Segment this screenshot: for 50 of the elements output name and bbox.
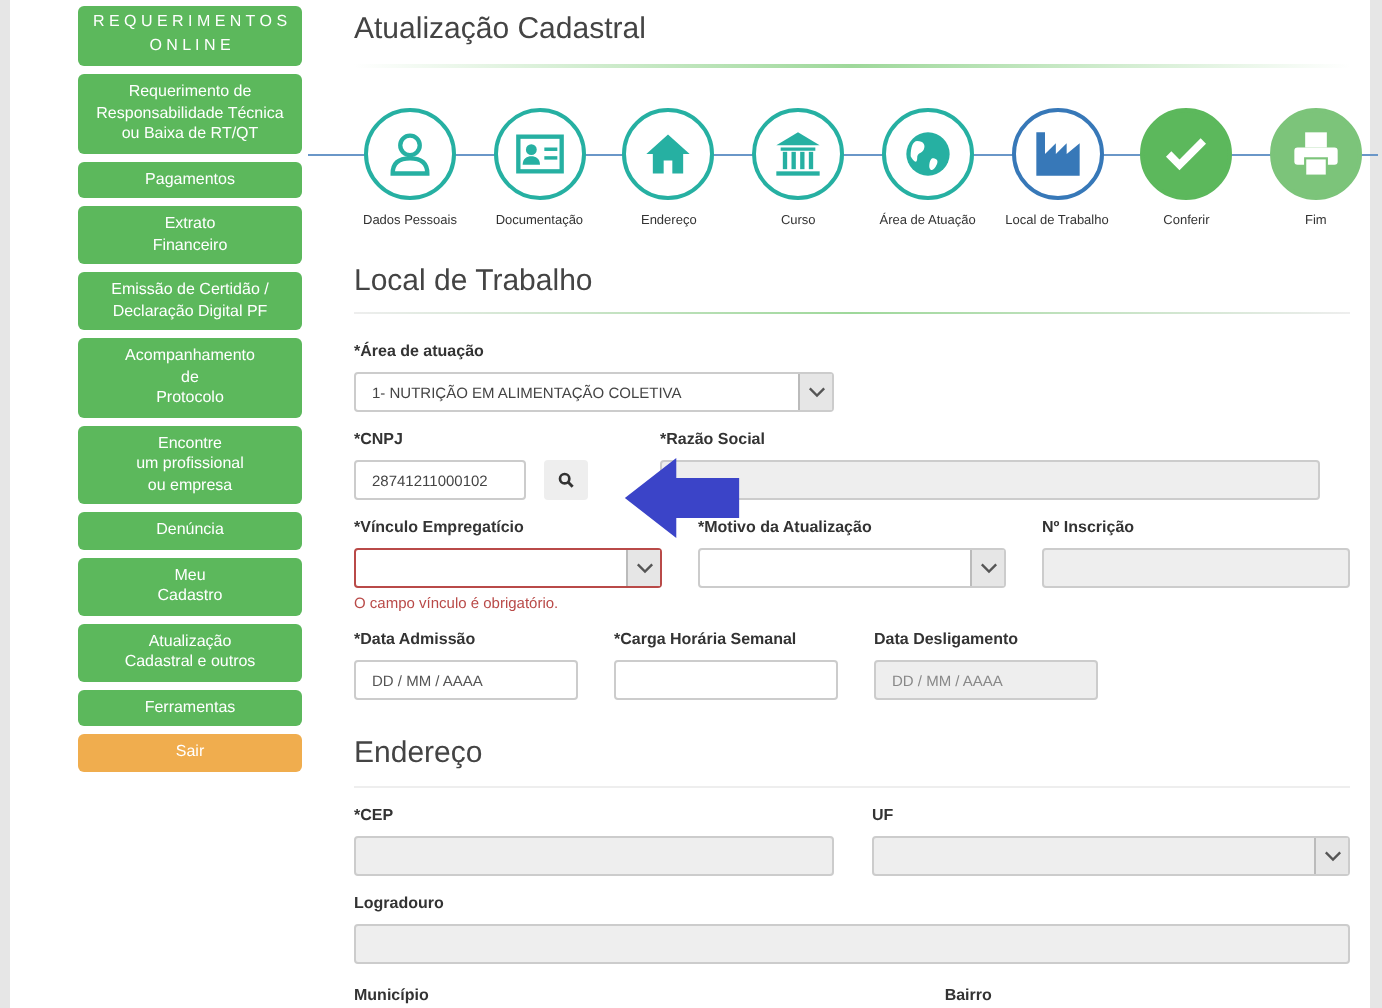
sidebar-menu-item[interactable]: Ferramentas: [78, 689, 302, 726]
search-icon: [558, 472, 574, 488]
logout-button[interactable]: Sair: [78, 734, 302, 771]
sidebar-menu-item[interactable]: Emissão de Certidão / Declaração Digital PF: [78, 272, 302, 330]
step-circle[interactable]: [493, 108, 586, 200]
field-label: Logradouro: [354, 892, 446, 916]
caret-icon: [1323, 850, 1341, 862]
sidebar-menu-item[interactable]: Meu Cadastro: [78, 557, 302, 615]
field-label: *Carga Horária Semanal: [614, 628, 799, 652]
field-label: *CEP: [354, 804, 396, 828]
step-circle[interactable]: [1269, 108, 1362, 200]
field-label: *Razão Social: [660, 428, 767, 452]
field-label: *Motivo da Atualização: [698, 516, 874, 540]
field-label: Data Desligamento: [874, 628, 1021, 652]
page-title: Atualização Cadastral: [354, 12, 648, 46]
building-icon: [772, 128, 825, 180]
field-label: *Área de atuação: [354, 340, 486, 364]
globe-icon: [901, 128, 954, 180]
step-circle[interactable]: [364, 108, 456, 200]
step-circle[interactable]: [752, 108, 845, 200]
factory-icon: [1031, 128, 1084, 180]
step-circle[interactable]: [622, 108, 715, 200]
printer-icon: [1289, 128, 1342, 180]
step-circle[interactable]: [1011, 108, 1104, 200]
section-title: Endereço: [354, 736, 485, 770]
field-label: Bairro: [944, 984, 992, 1008]
field-label: UF: [872, 804, 896, 828]
field-label: Município: [354, 984, 429, 1008]
sidebar-menu-item[interactable]: Pagamentos: [78, 161, 302, 198]
section-title: Local de Trabalho: [354, 264, 595, 298]
input-field[interactable]: [614, 660, 838, 700]
sidebar-menu-item[interactable]: Acompanhamento de Protocolo: [78, 338, 302, 417]
sidebar-menu-item[interactable]: Extrato Financeiro: [78, 206, 302, 264]
caret-icon: [979, 562, 997, 574]
sidebar-menu-item[interactable]: Encontre um profissional ou empresa: [78, 425, 302, 504]
person-icon: [384, 128, 436, 180]
field-label: *CNPJ: [354, 428, 405, 452]
field-label: *Data Admissão: [354, 628, 478, 652]
caret-icon: [807, 386, 825, 398]
caret-icon: [635, 562, 653, 574]
field-label: Nº Inscrição: [1042, 516, 1137, 540]
sidebar-heading: R E Q U E R I M E N T O S O N L I N E: [78, 6, 302, 66]
search-button[interactable]: [544, 460, 588, 500]
field-label: *Vínculo Empregatício: [354, 516, 526, 540]
sidebar-menu-item[interactable]: Denúncia: [78, 512, 302, 549]
sidebar-menu-item[interactable]: Atualização Cadastral e outros: [78, 623, 302, 681]
step-circle[interactable]: [881, 108, 974, 200]
step-circle[interactable]: [1140, 108, 1233, 200]
sidebar-menu-item[interactable]: Requerimento de Responsabilidade Técnica ou Baixa de RT/QT: [78, 74, 302, 153]
select-field[interactable]: [354, 548, 662, 588]
